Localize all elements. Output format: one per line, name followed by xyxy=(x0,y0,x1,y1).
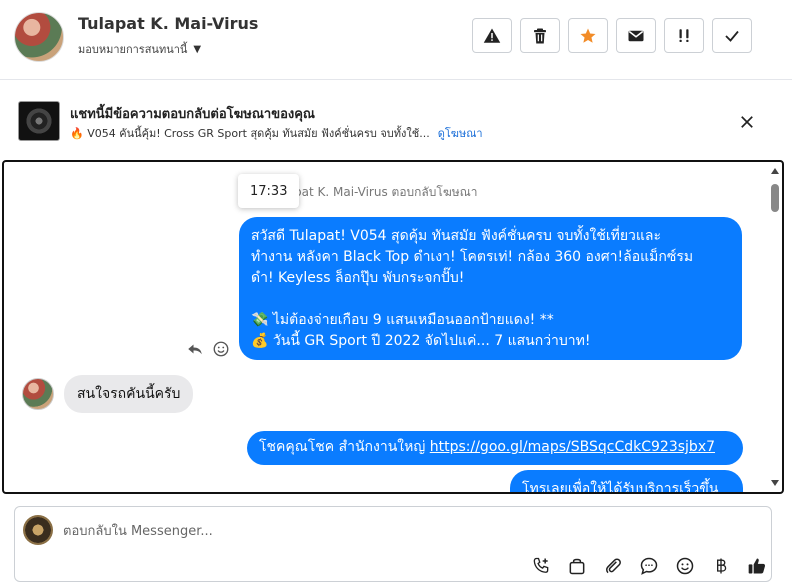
reply-input[interactable] xyxy=(63,521,663,541)
like-button[interactable] xyxy=(739,553,775,579)
smiley-icon xyxy=(676,557,694,575)
outgoing-message[interactable]: โทรเลยเพื่อให้ได้รับบริการเร็วขึ้น xyxy=(510,470,743,492)
close-icon xyxy=(741,116,753,128)
baht-icon xyxy=(717,558,727,574)
chat-bubble-icon xyxy=(640,557,658,575)
assign-dropdown[interactable]: มอบหมายการสนทนานี้ ▼ xyxy=(78,40,201,58)
message-line: สวัสดี Tulapat! V054 สุดคุ้ม ทันสมัย ฟัง… xyxy=(251,228,662,244)
payment-button[interactable] xyxy=(703,553,739,579)
outgoing-message[interactable]: โชคคุณโชค สำนักงานใหญ่ https://goo.gl/ma… xyxy=(247,431,743,465)
header-actions xyxy=(472,18,752,53)
call-add-button[interactable] xyxy=(523,553,559,579)
user-avatar[interactable] xyxy=(22,378,54,410)
assign-label: มอบหมายการสนทนานี้ xyxy=(78,43,188,56)
page-avatar xyxy=(23,515,53,545)
message-thread[interactable]: pat K. Mai-Virus ตอบกลับโฆษณา 17:33 สวัส… xyxy=(2,160,784,494)
message-line: ดำ! Keyless ล็อกปุ๊บ พับกระจกปั๊บ! xyxy=(251,270,465,286)
saved-replies-button[interactable] xyxy=(631,553,667,579)
ad-banner-subtitle: 🔥 V054 คันนี้คุ้ม! Cross GR Sport สุดคุ้… xyxy=(70,124,483,142)
call-add-icon xyxy=(533,557,549,573)
thumbs-up-icon xyxy=(748,558,766,574)
star-icon xyxy=(580,28,596,43)
scrollbar[interactable] xyxy=(770,164,780,490)
conversation-header: Tulapat K. Mai-Virus มอบหมายการสนทนานี้ … xyxy=(0,0,792,80)
message-text: โชคคุณโชค สำนักงานใหญ่ xyxy=(259,439,430,455)
scroll-thumb[interactable] xyxy=(771,184,779,212)
check-icon xyxy=(725,30,739,42)
envelope-icon xyxy=(628,30,644,41)
emoji-button[interactable] xyxy=(667,553,703,579)
user-name[interactable]: Tulapat K. Mai-Virus xyxy=(78,14,258,33)
attach-button[interactable] xyxy=(595,553,631,579)
scroll-up-arrow[interactable] xyxy=(771,168,779,174)
shopping-bag-icon xyxy=(569,558,585,575)
incoming-message[interactable]: สนใจรถคันนี้ครับ xyxy=(64,375,194,413)
ad-reply-banner: แชทนี้มีข้อความตอบกลับต่อโฆษณาของคุณ 🔥 V… xyxy=(0,81,792,159)
message-line: 💰 วันนี้ GR Sport ปี 2022 จัดไปแค่... 7 … xyxy=(251,333,591,349)
ad-thumbnail[interactable] xyxy=(18,101,60,141)
priority-icon xyxy=(679,28,689,42)
composer-toolbar xyxy=(523,553,775,579)
paperclip-icon xyxy=(606,558,621,574)
warning-icon xyxy=(483,28,501,43)
timestamp-tooltip: 17:33 xyxy=(238,174,300,208)
ad-banner-title: แชทนี้มีข้อความตอบกลับต่อโฆษณาของคุณ xyxy=(70,107,315,122)
user-avatar[interactable] xyxy=(14,12,64,62)
mark-priority-button[interactable] xyxy=(664,18,704,53)
message-line: 💸 ไม่ต้องจ่ายเกือบ 9 แสนเหมือนออกป้ายแดง… xyxy=(251,312,554,328)
react-smiley-icon[interactable] xyxy=(212,340,230,358)
message-actions xyxy=(186,340,230,358)
maps-link[interactable]: https://goo.gl/maps/SBSqcCdkC923sjbx7 xyxy=(430,439,715,455)
outgoing-message[interactable]: สวัสดี Tulapat! V054 สุดคุ้ม ทันสมัย ฟัง… xyxy=(239,217,742,360)
star-button[interactable] xyxy=(568,18,608,53)
mark-unread-button[interactable] xyxy=(616,18,656,53)
scroll-down-arrow[interactable] xyxy=(771,480,779,486)
message-line: ทำงาน หลังคา Black Top ดำเงา! โคตรเท่! ก… xyxy=(251,249,694,265)
reply-icon[interactable] xyxy=(186,340,204,358)
report-spam-button[interactable] xyxy=(472,18,512,53)
delete-button[interactable] xyxy=(520,18,560,53)
view-ad-link[interactable]: ดูโฆษณา xyxy=(438,127,483,140)
close-banner-button[interactable] xyxy=(736,111,758,133)
chevron-down-icon: ▼ xyxy=(193,43,202,55)
ad-preview-text: 🔥 V054 คันนี้คุ้ม! Cross GR Sport สุดคุ้… xyxy=(70,127,430,140)
trash-icon xyxy=(534,28,546,43)
message-composer xyxy=(14,506,772,582)
ad-reply-note: pat K. Mai-Virus ตอบกลับโฆษณา xyxy=(294,185,478,199)
mark-done-button[interactable] xyxy=(712,18,752,53)
shop-button[interactable] xyxy=(559,553,595,579)
